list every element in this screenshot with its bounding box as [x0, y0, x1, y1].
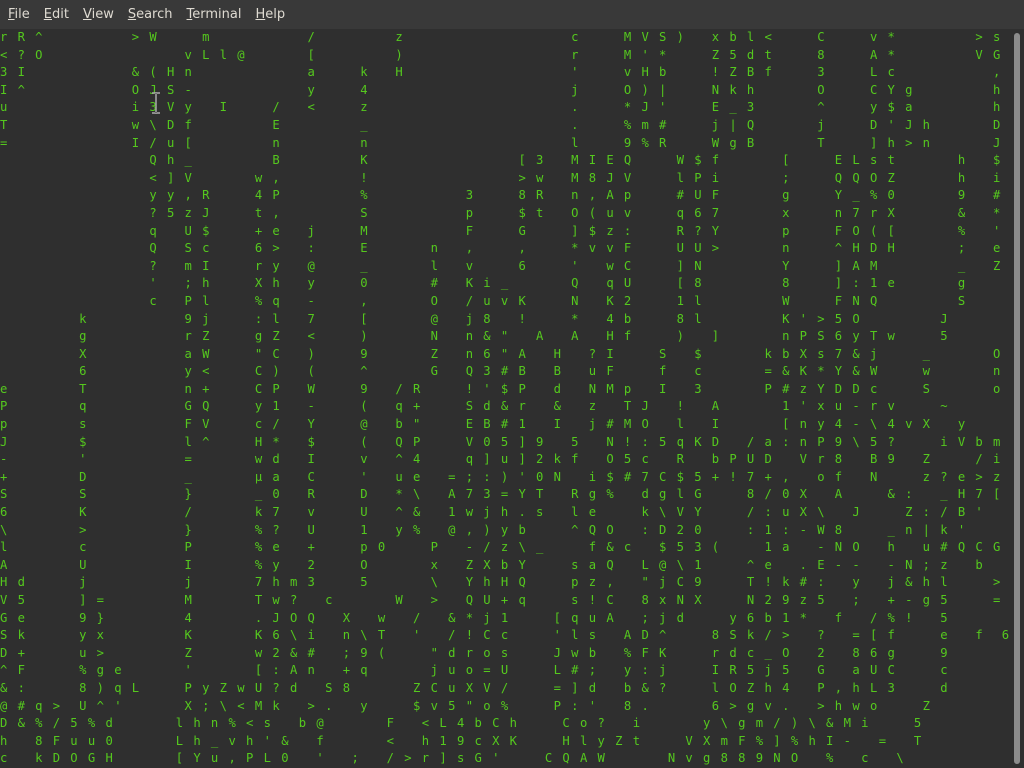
menu-search-label: earch [136, 7, 173, 22]
terminal-output-area[interactable]: r R ^ > W m / z c M V S ) x b l < C v * … [0, 29, 1010, 768]
menu-bar: File Edit View Search Terminal Help [0, 0, 1024, 29]
menu-edit[interactable]: Edit [37, 0, 76, 29]
menu-edit-label: dit [52, 7, 69, 22]
text-cursor-icon [152, 92, 160, 114]
terminal-window: File Edit View Search Terminal Help r R … [0, 0, 1024, 768]
menu-view-label: iew [91, 7, 114, 22]
menu-view-accel: V [82, 7, 92, 22]
menu-help[interactable]: Help [248, 0, 292, 29]
menu-search[interactable]: Search [121, 0, 180, 29]
matrix-rain-text: r R ^ > W m / z c M V S ) x b l < C v * … [0, 30, 1010, 766]
menu-file-label: ile [14, 7, 30, 22]
menu-edit-accel: E [43, 7, 52, 22]
menu-search-accel: S [127, 7, 137, 22]
terminal-scrollbar[interactable] [1010, 29, 1024, 768]
menu-view[interactable]: View [76, 0, 121, 29]
scrollbar-thumb[interactable] [1014, 33, 1020, 764]
menu-help-label: elp [265, 7, 286, 22]
menu-help-accel: H [255, 7, 266, 22]
menu-file[interactable]: File [0, 0, 37, 29]
menu-terminal-label: erminal [192, 7, 242, 22]
menu-terminal[interactable]: Terminal [180, 0, 249, 29]
